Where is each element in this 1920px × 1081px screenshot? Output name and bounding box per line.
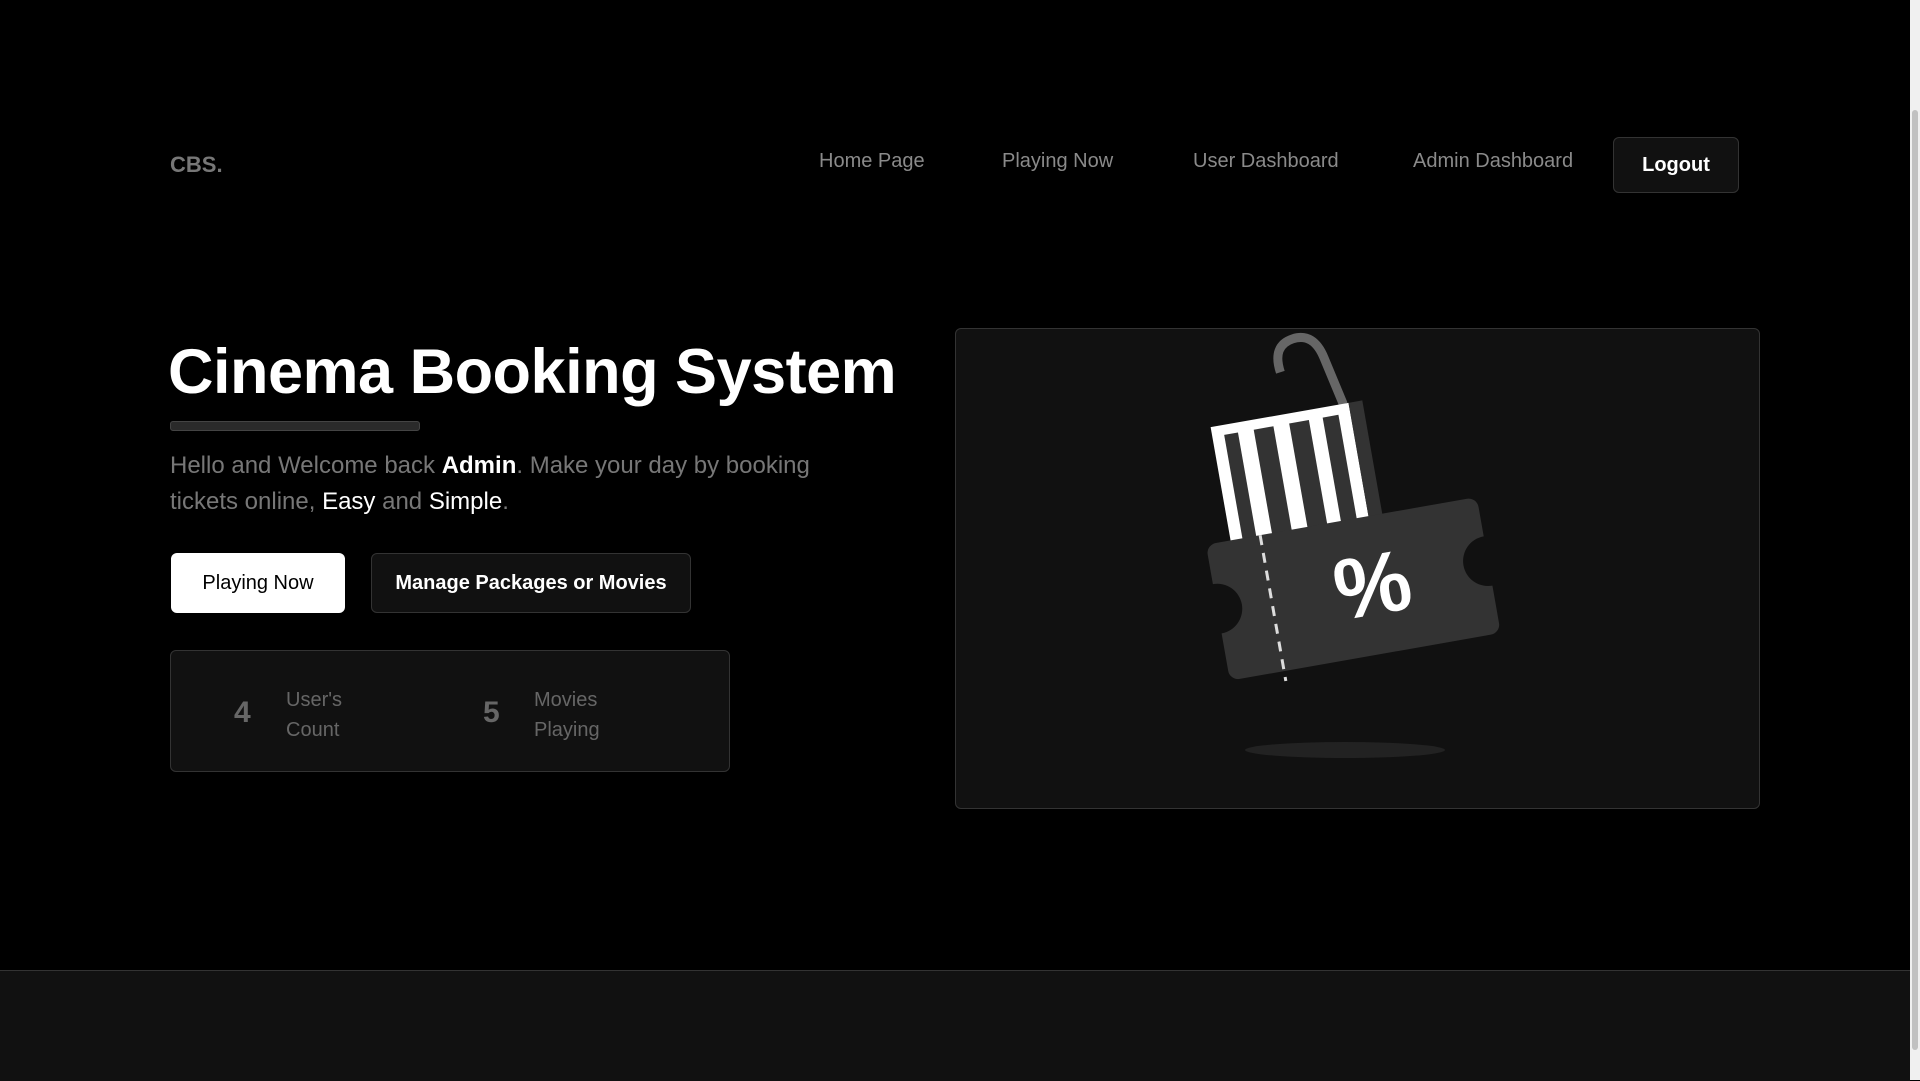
- scrollbar-thumb[interactable]: [1912, 110, 1918, 1050]
- discount-ticket-icon: %: [1207, 333, 1500, 758]
- footer: [0, 970, 1910, 1081]
- shadow: [1245, 742, 1445, 758]
